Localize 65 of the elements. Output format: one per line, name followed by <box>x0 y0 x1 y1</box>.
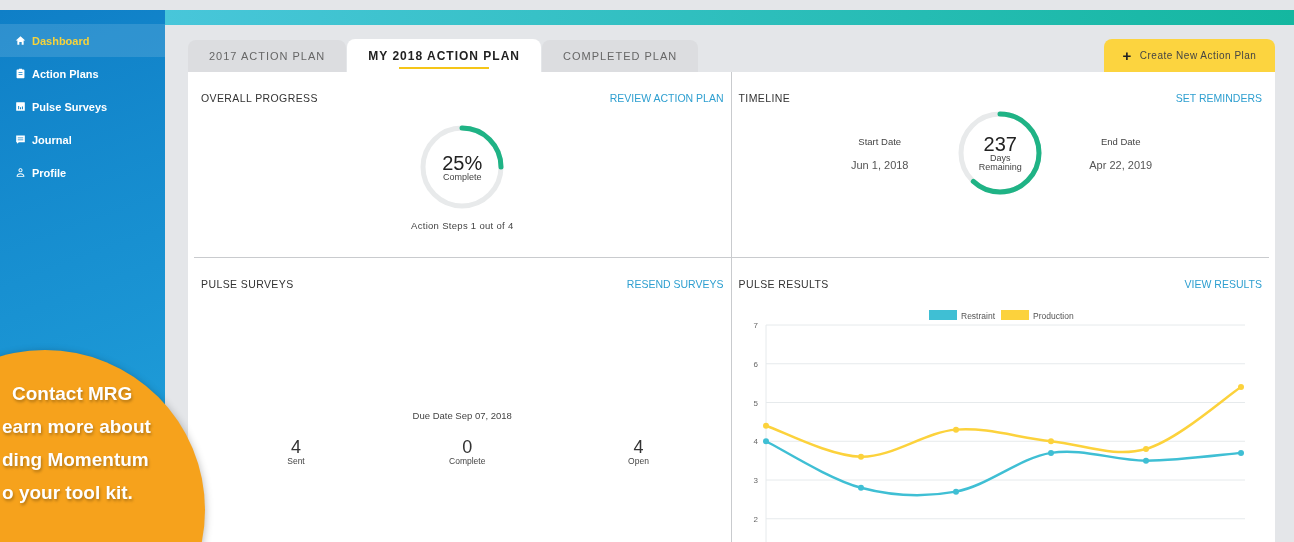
person-icon <box>15 167 26 178</box>
data-point <box>952 488 959 495</box>
days-value: 237 <box>983 134 1017 154</box>
legend-label: Restraint <box>960 311 995 321</box>
message-icon <box>15 134 26 145</box>
results-link[interactable]: VIEW RESULTS <box>1184 278 1262 290</box>
due-date: Due Date Sep 07, 2018 <box>412 410 512 421</box>
bar-chart-icon <box>15 101 26 112</box>
stat-value: 4 <box>291 438 301 456</box>
panel-title: PULSE SURVEYS <box>201 278 294 290</box>
date-value: Jun 1, 2018 <box>851 158 909 171</box>
clipboard-icon <box>15 68 26 79</box>
panel-title: TIMELINE <box>738 92 791 104</box>
percent-caption: Complete <box>443 172 482 182</box>
promo-text: ding Momentum <box>2 448 149 472</box>
sidebar-item[interactable]: Dashboard <box>0 24 165 57</box>
resend-link[interactable]: RESEND SURVEYS <box>626 278 724 290</box>
legend-swatch <box>928 310 957 320</box>
stat-label: Sent <box>287 456 305 466</box>
steps-text: Action Steps 1 out of 4 <box>411 220 514 231</box>
legend-label: Production <box>1032 311 1074 321</box>
stat-label: Complete <box>449 456 486 466</box>
tab[interactable]: COMPLETED PLAN <box>542 40 699 72</box>
stat-value: 4 <box>633 438 644 456</box>
y-tick-label: 5 <box>753 398 758 408</box>
data-point <box>952 426 959 433</box>
y-tick-label: 2 <box>753 514 758 524</box>
data-point <box>762 438 769 445</box>
stat-value: 0 <box>462 438 473 456</box>
days-caption: Remaining <box>978 163 1022 172</box>
panel-title: OVERALL PROGRESS <box>201 92 318 104</box>
create-button[interactable]: + Create New Action Plan <box>1104 39 1275 72</box>
sidebar-item[interactable]: Action Plans <box>0 57 165 90</box>
y-tick-label: 4 <box>753 437 758 447</box>
sidebar-item[interactable]: Journal <box>0 123 165 156</box>
y-tick-label: 7 <box>753 321 758 330</box>
date-label: End Date <box>1100 135 1141 147</box>
data-point <box>857 453 864 460</box>
promo-text: Contact MRG <box>12 382 133 406</box>
sidebar-item[interactable]: Profile <box>0 156 165 189</box>
tab[interactable]: 2017 ACTION PLAN <box>188 40 347 72</box>
review-link[interactable]: REVIEW ACTION PLAN <box>609 92 724 104</box>
data-point <box>1142 446 1149 452</box>
data-point <box>1237 449 1244 456</box>
promo-text: o your tool kit. <box>2 481 133 505</box>
legend-swatch <box>1000 310 1029 320</box>
home-icon <box>15 35 26 46</box>
reminders-link[interactable]: SET REMINDERS <box>1175 92 1262 104</box>
data-point <box>762 422 769 429</box>
data-point <box>1047 438 1054 445</box>
stat-label: Open <box>628 456 649 466</box>
date-label: Start Date <box>858 135 902 147</box>
data-point <box>857 484 864 491</box>
days-caption: Days <box>990 154 1011 163</box>
data-point <box>1237 384 1244 390</box>
data-point <box>1047 449 1054 456</box>
tab[interactable]: MY 2018 ACTION PLAN <box>347 39 541 72</box>
sidebar-item[interactable]: Pulse Surveys <box>0 90 165 123</box>
y-tick-label: 6 <box>753 359 758 369</box>
panel-title: PULSE RESULTS <box>738 278 829 290</box>
promo-text: earn more about <box>2 415 151 439</box>
percent-value: 25% <box>442 152 483 173</box>
y-tick-label: 3 <box>753 476 758 485</box>
data-point <box>1142 457 1149 464</box>
date-value: Apr 22, 2019 <box>1089 158 1153 171</box>
